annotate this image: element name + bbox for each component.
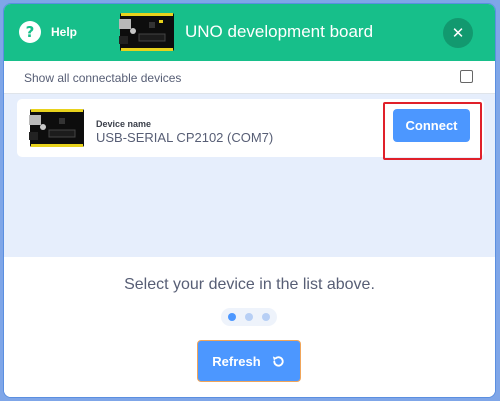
instruction-text: Select your device in the list above. (124, 276, 375, 293)
connection-dialog: ? Help UNO development board ✕ Show all … (3, 3, 496, 398)
device-list: Device name USB-SERIAL CP2102 (COM7) Con… (4, 94, 495, 257)
show-all-devices-label: Show all connectable devices (24, 71, 182, 85)
step-dot (228, 313, 236, 321)
dialog-title: UNO development board (185, 22, 374, 41)
help-glyph: ? (25, 23, 35, 41)
show-all-devices-checkbox[interactable] (460, 70, 473, 83)
connect-button[interactable]: Connect (393, 109, 470, 142)
arduino-board-icon (119, 13, 174, 51)
refresh-button[interactable]: Refresh (197, 340, 301, 382)
help-button[interactable]: ? Help (19, 19, 77, 45)
device-name-caption: Device name (96, 119, 152, 129)
device-list-item: Device name USB-SERIAL CP2102 (COM7) Con… (17, 99, 484, 160)
dialog-footer: Select your device in the list above. Re… (4, 257, 495, 397)
help-icon: ? (19, 21, 41, 43)
refresh-label: Refresh (212, 353, 261, 369)
dialog-header: ? Help UNO development board ✕ (4, 4, 495, 61)
device-name-value: USB-SERIAL CP2102 (COM7) (96, 130, 274, 145)
help-label: Help (51, 25, 78, 39)
close-button[interactable]: ✕ (443, 18, 473, 48)
step-dot (262, 313, 270, 321)
show-all-devices-row: Show all connectable devices (4, 61, 495, 94)
refresh-icon (272, 355, 284, 367)
dialog-title-group: UNO development board (119, 10, 373, 54)
arduino-board-icon (29, 109, 84, 147)
close-icon: ✕ (451, 24, 465, 42)
step-indicator (221, 308, 277, 326)
step-dot (245, 313, 253, 321)
